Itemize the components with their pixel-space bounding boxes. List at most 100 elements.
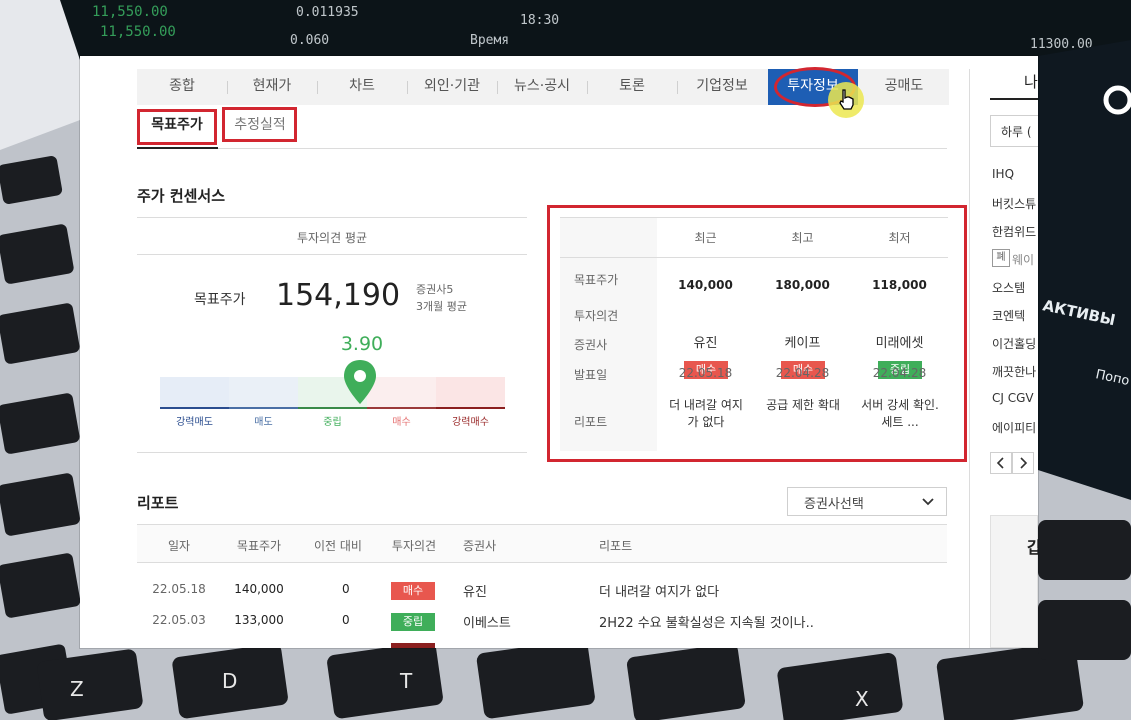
broker-cell: 미래에셋 xyxy=(875,336,924,351)
delisted-badge: 폐 xyxy=(992,249,1010,267)
map-pin-icon xyxy=(344,360,377,404)
sidebar-header: 나 xyxy=(1024,73,1038,91)
row-label: 목표주가 xyxy=(574,273,619,287)
row-label: 리포트 xyxy=(574,415,608,429)
date-cell: 22.04.28 xyxy=(872,366,927,380)
scale-label: 강력매도 xyxy=(176,417,213,428)
row-date: 22.05.03 xyxy=(152,613,206,627)
sidebar-stock-item[interactable]: 이건홀딩 xyxy=(992,335,1036,352)
sidebar-stock-item[interactable]: 오스템 xyxy=(992,279,1025,296)
period-select[interactable]: 하루 ( xyxy=(990,115,1038,147)
tab-chart[interactable]: 차트 xyxy=(317,69,407,105)
sidebar-stock-item[interactable]: 깨끗한나 xyxy=(992,363,1036,380)
key-label: Z xyxy=(70,677,84,701)
date-cell: 22.05.18 xyxy=(678,366,733,380)
broker-cell: 유진 xyxy=(693,336,718,351)
date-cell: 22.04.28 xyxy=(775,366,830,380)
report-link[interactable]: 더 내려갈 여지가 없다 xyxy=(667,397,745,431)
ticker-text: 0.060 xyxy=(290,33,329,48)
opinion-badge-neutral: 중립 xyxy=(391,613,435,631)
row-label: 발표일 xyxy=(574,368,608,382)
broker-select[interactable]: 증권사선택 xyxy=(787,487,947,516)
column-header: 최근 xyxy=(694,231,717,245)
key-label: D xyxy=(222,669,237,693)
chevron-right-icon xyxy=(1020,457,1028,469)
ad-banner[interactable]: 갑 xyxy=(990,515,1038,648)
tab-short-selling[interactable]: 공매도 xyxy=(859,69,949,105)
column-header: 최고 xyxy=(791,231,814,245)
tab-company-info[interactable]: 기업정보 xyxy=(677,69,767,105)
report-title: 리포트 xyxy=(137,494,179,512)
ad-banner-text: 갑 xyxy=(1027,538,1038,557)
report-table-header: 일자 목표주가 이전 대비 투자의견 증권사 리포트 xyxy=(137,525,947,562)
ticker-text: Время xyxy=(470,33,509,48)
sidebar-stock-item[interactable]: 코엔텍 xyxy=(992,307,1025,324)
hand-cursor-icon xyxy=(839,89,854,110)
tab-news[interactable]: 뉴스·공시 xyxy=(497,69,587,105)
report-link[interactable]: 더 내려갈 여지가 없다 xyxy=(599,581,719,600)
sidebar-stock-item[interactable]: IHQ xyxy=(992,167,1014,181)
sidebar-stock-item[interactable]: 웨이 xyxy=(1012,251,1034,268)
broker-cell: 케이프 xyxy=(784,336,821,351)
table-row: 22.05.18 140,000 0 매수 유진 더 내려갈 여지가 없다 xyxy=(137,578,947,602)
summary-table: 최근 최고 최저 목표주가 투자의견 증권사 발표일 리포트 140,000 1… xyxy=(560,217,948,451)
highlight-box-subtab xyxy=(137,109,217,145)
table-row-partial xyxy=(391,643,435,648)
opinion-score: 3.90 xyxy=(340,333,384,355)
column-header: 최저 xyxy=(888,231,911,245)
report-link[interactable]: 2H22 수요 불확실성은 지속될 것이나.. xyxy=(599,612,814,631)
row-diff: 0 xyxy=(342,582,350,596)
next-page-button[interactable] xyxy=(1012,452,1034,474)
average-period: 3개월 평균 xyxy=(416,300,467,313)
column-header: 이전 대비 xyxy=(314,539,362,553)
scale-label: 중립 xyxy=(323,417,342,428)
target-price-cell: 140,000 xyxy=(678,278,733,292)
period-select-value: 하루 ( xyxy=(1001,125,1032,139)
column-header: 증권사 xyxy=(463,539,497,553)
report-link[interactable]: 공급 제한 확대 xyxy=(764,397,842,414)
opinion-badge-buy: 매수 xyxy=(391,582,435,600)
target-price-cell: 180,000 xyxy=(775,278,830,292)
row-broker: 유진 xyxy=(463,585,487,600)
report-link[interactable]: 서버 강세 확인. 세트 ... xyxy=(861,397,939,431)
chevron-down-icon xyxy=(922,498,934,506)
ticker-text: 11,550.00 xyxy=(100,24,176,40)
target-price-label: 목표주가 xyxy=(194,292,246,308)
column-header: 목표주가 xyxy=(236,539,282,553)
target-price-cell: 118,000 xyxy=(872,278,927,292)
row-broker: 이베스트 xyxy=(463,616,511,631)
row-target: 140,000 xyxy=(234,582,284,596)
ticker-text: 0.011935 xyxy=(296,5,359,20)
column-header: 일자 xyxy=(167,539,191,553)
row-diff: 0 xyxy=(342,613,350,627)
scale-label: 매수 xyxy=(392,417,411,428)
row-label: 투자의견 xyxy=(574,309,619,323)
avg-opinion-label: 투자의견 평균 xyxy=(296,231,368,245)
tab-discussion[interactable]: 토론 xyxy=(587,69,677,105)
broker-select-value: 증권사선택 xyxy=(804,497,864,512)
broker-count: 증권사5 xyxy=(416,283,454,296)
consensus-title: 주가 컨센서스 xyxy=(137,187,226,205)
sidebar-stock-item[interactable]: CJ CGV xyxy=(992,391,1034,405)
scale-label: 매도 xyxy=(254,417,273,428)
key-label: T xyxy=(399,669,413,693)
opinion-scale xyxy=(160,377,505,409)
sidebar-stock-item[interactable]: 한컴위드 xyxy=(992,223,1036,240)
highlight-box-subtab xyxy=(222,107,297,142)
sidebar-stock-item[interactable]: 에이피티 xyxy=(992,419,1036,436)
row-target: 133,000 xyxy=(234,613,284,627)
tab-foreign-institution[interactable]: 외인·기관 xyxy=(407,69,497,105)
tab-overview[interactable]: 종합 xyxy=(137,69,227,105)
column-header: 투자의견 xyxy=(391,539,437,553)
tab-current-price[interactable]: 현재가 xyxy=(227,69,317,105)
row-label: 증권사 xyxy=(574,338,608,352)
table-row: 22.05.03 133,000 0 중립 이베스트 2H22 수요 불확실성은… xyxy=(137,609,947,633)
target-price-value: 154,190 xyxy=(276,278,401,313)
ticker-text: 11,550.00 xyxy=(92,4,168,20)
web-page: 종합 현재가 차트 외인·기관 뉴스·공시 토론 기업정보 투자정보 공매도 목… xyxy=(80,56,1038,648)
prev-page-button[interactable] xyxy=(990,452,1012,474)
chevron-left-icon xyxy=(996,457,1004,469)
row-date: 22.05.18 xyxy=(152,582,206,596)
ticker-text: 18:30 xyxy=(520,13,559,28)
sidebar-stock-item[interactable]: 버킷스튜 xyxy=(992,195,1036,212)
